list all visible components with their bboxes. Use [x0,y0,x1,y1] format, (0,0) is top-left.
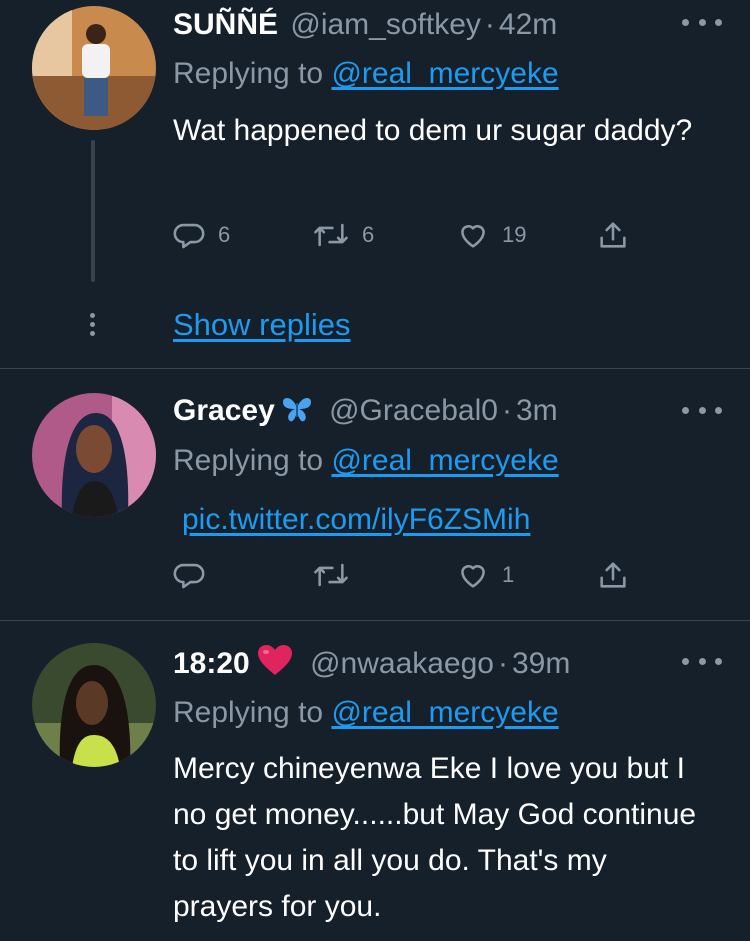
display-name[interactable]: 18:20 [173,647,250,680]
action-bar: 6 6 19 [172,215,642,255]
retweet-icon [314,563,348,587]
show-replies-link[interactable]: Show replies [173,307,350,343]
replying-to-label: Replying to [173,696,324,729]
more-options-icon[interactable] [682,400,722,420]
tweet[interactable]: 18:20 @nwaakaego · 39m Replying to @real_m… [0,621,750,941]
more-options-icon[interactable] [682,12,722,32]
username[interactable]: @Gracebal0 [329,394,498,427]
thread-dots [90,313,96,340]
replying-to-label: Replying to [173,57,324,90]
retweet-button[interactable]: 6 [312,215,374,255]
tweet-text: Mercy chineyenwa Eke I love you but I no… [173,752,697,923]
separator-dot: · [484,8,495,41]
avatar[interactable] [32,393,156,517]
avatar[interactable] [32,643,156,767]
share-button[interactable] [596,555,630,595]
reply-count: 6 [218,222,231,247]
replying-to: Replying to @real_mercyeke [173,56,559,92]
replying-to: Replying to @real_mercyeke [173,695,559,731]
like-count: 1 [502,562,515,587]
replying-to-label: Replying to [173,444,324,477]
tweet[interactable]: Gracey @Gracebal0 · 3m Replying to @real_m… [0,369,750,620]
replying-to-link[interactable]: @real_mercyeke [331,444,558,477]
tweet-header: Gracey @Gracebal0 · 3m [173,393,558,433]
like-icon [461,565,485,588]
tweet-header: SUÑÑÉ @iam_softkey · 42m [173,7,557,43]
reply-icon [173,223,205,249]
share-icon [600,562,626,588]
tweet-text: Wat happened to dem ur sugar daddy? [173,114,693,147]
media-link[interactable]: pic.twitter.com/ilyF6ZSMih [182,503,530,536]
retweet-count: 6 [362,222,375,247]
share-button[interactable] [596,215,630,255]
butterfly-emoji-icon [281,394,313,433]
timestamp[interactable]: 42m [499,8,557,41]
avatar[interactable] [32,6,156,130]
red-heart-emoji-icon [256,643,294,686]
separator-dot: · [498,647,508,680]
action-bar: 1 [172,555,642,595]
like-button[interactable]: 1 [456,555,514,595]
tweet[interactable]: SUÑÑÉ @iam_softkey · 42m Replying to @real… [0,0,750,368]
replying-to-link[interactable]: @real_mercyeke [331,57,558,90]
thread-line [91,140,95,282]
like-icon [461,225,485,248]
display-name[interactable]: Gracey [173,394,275,427]
like-count: 19 [502,222,527,247]
retweet-icon [314,223,348,247]
reply-icon [173,563,205,589]
username[interactable]: @nwaakaego [310,647,494,680]
more-options-icon[interactable] [682,651,722,671]
tweet-media-link-row: pic.twitter.com/ilyF6ZSMih [182,497,710,543]
timestamp[interactable]: 3m [516,394,558,427]
replying-to-link[interactable]: @real_mercyeke [331,696,558,729]
separator-dot: · [501,394,512,427]
reply-button[interactable] [172,555,218,595]
timestamp[interactable]: 39m [512,647,570,680]
like-button[interactable]: 19 [456,215,526,255]
display-name[interactable]: SUÑÑÉ [173,8,278,41]
retweet-button[interactable] [312,555,362,595]
replying-to: Replying to @real_mercyeke [173,443,559,479]
share-icon [600,222,626,248]
reply-button[interactable]: 6 [172,215,230,255]
username[interactable]: @iam_softkey [290,8,481,41]
tweet-header: 18:20 @nwaakaego · 39m [173,643,570,686]
